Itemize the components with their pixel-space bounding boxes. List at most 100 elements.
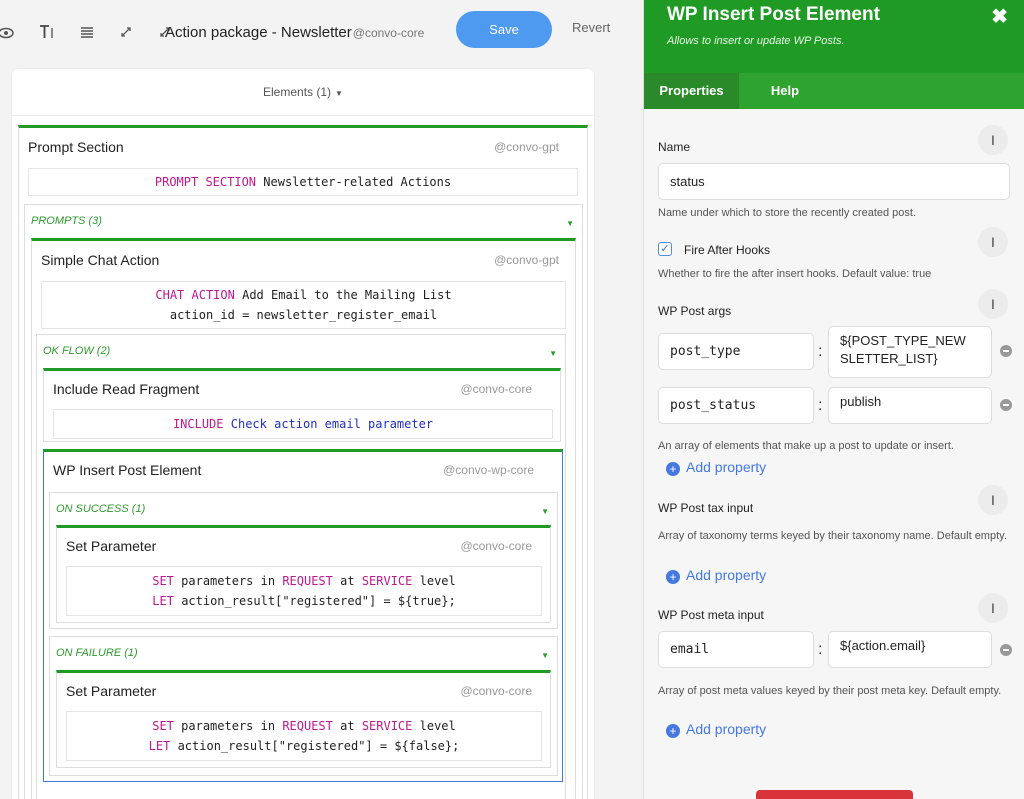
block-title: Include Read Fragment [53, 381, 200, 397]
code-text: Newsletter-related Actions [263, 175, 452, 189]
code-line: CHAT ACTION Add Email to the Mailing Lis… [42, 285, 565, 305]
code-line: LET action_result["registered"] = ${fals… [67, 736, 541, 756]
block-context: @convo-core [460, 382, 532, 396]
on-failure-container: ON FAILURE (1) ▼ Set Parameter @convo-co… [49, 636, 558, 776]
remove-icon[interactable] [1000, 644, 1012, 656]
arg-value: publish [840, 394, 882, 409]
close-icon[interactable]: ✖ [991, 4, 1008, 29]
set-parameter-block[interactable]: Set Parameter @convo-core SET parameters… [56, 670, 551, 768]
code-text: at [340, 574, 355, 588]
caret-down-icon: ▼ [335, 89, 343, 98]
revert-button[interactable]: Revert [572, 20, 610, 35]
ok-flow-label[interactable]: OK FLOW (2) [43, 345, 110, 357]
code-text: level [419, 574, 456, 588]
package-context: @convo-core [352, 26, 425, 40]
meta-key-input[interactable]: email [658, 631, 814, 668]
panel-header: WP Insert Post Element Allows to insert … [644, 0, 1024, 73]
prompt-section-block[interactable]: Prompt Section @convo-gpt PROMPT SECTION… [18, 125, 588, 799]
post-args-label: WP Post args [658, 304, 732, 318]
name-input[interactable]: status [658, 163, 1010, 200]
colon-separator: : [818, 641, 823, 658]
elements-canvas: Elements (1) ▼ Prompt Section @convo-gpt … [12, 69, 594, 799]
code-keyword: SET [152, 719, 174, 733]
code-keyword: LET [148, 739, 171, 753]
code-keyword: LET [152, 594, 174, 608]
tab-help[interactable]: Help [750, 73, 820, 109]
text-format-icon[interactable] [37, 24, 57, 44]
add-property-button[interactable]: + Add property [666, 459, 766, 476]
tab-properties[interactable]: Properties [644, 73, 739, 109]
meta-value: ${action.email} [840, 638, 926, 653]
panel-subtitle: Allows to insert or update WP Posts. [667, 35, 845, 47]
set-parameter-block[interactable]: Set Parameter @convo-core SET parameters… [56, 525, 551, 623]
prompts-label[interactable]: PROMPTS (3) [31, 215, 102, 227]
save-button[interactable]: Save [456, 11, 552, 48]
package-title: Action package - Newsletter@convo-core [165, 24, 424, 41]
caret-down-icon[interactable]: ▼ [541, 507, 549, 516]
code-keyword: SERVICE [361, 719, 413, 733]
remove-icon[interactable] [1000, 399, 1012, 411]
block-title: Set Parameter [66, 683, 157, 699]
arg-key-input[interactable]: post_type [658, 333, 814, 370]
code-keyword: SET [152, 574, 174, 588]
arg-key: post_type [670, 344, 741, 359]
post-args-help: An array of elements that make up a post… [658, 440, 954, 452]
add-property-button[interactable]: + Add property [666, 721, 766, 738]
list-icon[interactable] [77, 24, 97, 44]
code-text: action_result["registered"] = ${true}; [181, 594, 456, 608]
arg-value-line: SLETTER_LIST} [840, 351, 938, 366]
package-name: Action package - Newsletter [165, 24, 352, 41]
panel-tabs: Properties Help [644, 73, 1024, 109]
fire-after-hooks-checkbox[interactable]: ✓ [658, 242, 672, 256]
caret-down-icon[interactable]: ▼ [549, 349, 557, 358]
colon-separator: : [818, 397, 823, 414]
text-cursor-icon[interactable]: I [978, 125, 1008, 155]
code-line: SET parameters in REQUEST at SERVICE lev… [67, 716, 541, 736]
text-cursor-icon[interactable]: I [978, 593, 1008, 623]
caret-down-icon[interactable]: ▼ [541, 651, 549, 660]
code-text: parameters in [181, 574, 276, 588]
plus-icon: + [666, 570, 680, 584]
code-keyword: REQUEST [282, 719, 333, 733]
elements-label: Elements (1) [263, 85, 332, 99]
add-property-label: Add property [686, 567, 767, 583]
eye-icon[interactable] [0, 24, 16, 44]
add-property-label: Add property [686, 459, 767, 475]
wp-insert-post-block[interactable]: WP Insert Post Element @convo-wp-core ON… [43, 449, 563, 782]
on-success-label[interactable]: ON SUCCESS (1) [56, 503, 145, 515]
name-label: Name [658, 140, 691, 154]
code-text: parameters in [181, 719, 276, 733]
remove-icon[interactable] [1000, 345, 1012, 357]
block-context: @convo-gpt [494, 253, 559, 267]
arg-value-input[interactable]: ${POST_TYPE_NEW SLETTER_LIST} [828, 326, 992, 378]
arg-value-input[interactable]: publish [828, 387, 992, 424]
chat-action-block[interactable]: Simple Chat Action @convo-gpt CHAT ACTIO… [31, 238, 576, 799]
post-tax-label: WP Post tax input [658, 501, 754, 515]
fire-after-hooks-label: Fire After Hooks [684, 243, 771, 257]
text-cursor-icon[interactable]: I [978, 289, 1008, 319]
code-keyword: REQUEST [282, 574, 333, 588]
collapse-icon[interactable] [116, 24, 136, 44]
text-cursor-icon[interactable]: I [978, 227, 1008, 257]
code-summary: CHAT ACTION Add Email to the Mailing Lis… [41, 281, 566, 329]
delete-button[interactable] [756, 790, 913, 799]
code-text: at [340, 719, 355, 733]
code-text: Check action email parameter [230, 417, 434, 431]
add-property-label: Add property [686, 721, 767, 737]
code-text: Add Email to the Mailing List [242, 288, 452, 302]
add-property-button[interactable]: + Add property [666, 567, 766, 584]
code-summary: SET parameters in REQUEST at SERVICE lev… [66, 711, 542, 761]
include-fragment-block[interactable]: Include Read Fragment @convo-core INCLUD… [43, 368, 561, 442]
text-cursor-icon[interactable]: I [978, 485, 1008, 515]
arg-key: post_status [670, 398, 757, 413]
caret-down-icon[interactable]: ▼ [566, 219, 574, 228]
properties-form: Name I status Name under which to store … [644, 109, 1024, 799]
arg-key-input[interactable]: post_status [658, 387, 814, 424]
block-title: Set Parameter [66, 538, 157, 554]
on-failure-label[interactable]: ON FAILURE (1) [56, 647, 138, 659]
name-value: status [670, 174, 705, 189]
code-line: LET action_result["registered"] = ${true… [67, 591, 541, 611]
block-title: Prompt Section [28, 139, 124, 155]
meta-value-input[interactable]: ${action.email} [828, 631, 992, 668]
elements-dropdown[interactable]: Elements (1) ▼ [12, 69, 594, 116]
